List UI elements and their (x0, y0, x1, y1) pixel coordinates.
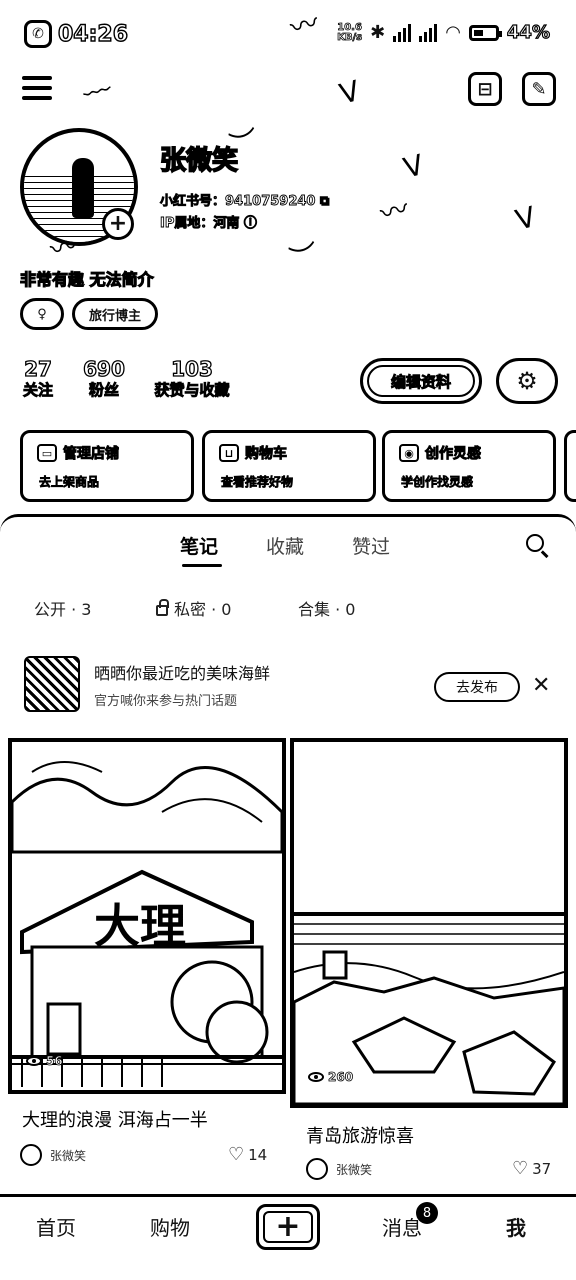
service-card-more[interactable] (564, 430, 576, 502)
info-icon[interactable]: ⓘ (243, 216, 257, 232)
gear-icon: ⚙ (516, 367, 538, 395)
battery-icon (468, 24, 502, 41)
username: 张微笑 (159, 145, 239, 177)
qingdao-photo (294, 742, 564, 1104)
promo-title[interactable]: 晒晒你最近吃的美味海鲜 (94, 660, 270, 684)
note-author[interactable]: 张微笑 (306, 1158, 372, 1180)
cart-icon: ⊔ (219, 444, 239, 462)
bird-decoration: ︶ (286, 237, 323, 278)
stat-following[interactable]: 27 关注 (18, 357, 58, 400)
copy-icon[interactable]: ⧉ (320, 194, 330, 210)
bio[interactable]: 非常有趣 无法简介 (19, 266, 154, 290)
stat-followers[interactable]: 690 粉丝 (80, 357, 128, 400)
bird-decoration: ᐯ (400, 148, 428, 185)
nav-me[interactable]: 我 (506, 1212, 526, 1241)
service-card-shop[interactable]: ▭ 管理店铺 去上架商品 (20, 430, 194, 502)
svg-text:大理: 大理 (94, 899, 186, 953)
bluetooth-icon: ✱ (370, 22, 386, 43)
eye-icon (26, 1056, 42, 1066)
menu-icon[interactable] (22, 76, 52, 104)
note-cover-qingdao[interactable] (290, 738, 568, 1108)
view-count: 56 (26, 1054, 63, 1068)
avatar (20, 1144, 42, 1166)
tab-notes[interactable]: 笔记 (180, 532, 218, 559)
status-time: 04:26 (57, 21, 129, 47)
note-author[interactable]: 张微笑 (20, 1144, 86, 1166)
wifi-icon: ◠ (445, 22, 461, 43)
note-title[interactable]: 大理的浪漫 洱海占一半 (22, 1106, 208, 1132)
nav-home[interactable]: 首页 (36, 1212, 76, 1241)
active-tab-indicator (182, 564, 222, 567)
tab-liked[interactable]: 赞过 (352, 532, 390, 559)
filter-private[interactable]: 私密 · 0 (156, 596, 231, 620)
add-avatar-button[interactable]: + (102, 208, 134, 240)
plus-icon: + (275, 1209, 301, 1244)
tab-collections[interactable]: 收藏 (266, 532, 304, 559)
nav-shop[interactable]: 购物 (150, 1212, 190, 1241)
ip-location: IP属地：河南 ⓘ (160, 216, 258, 232)
bulb-icon: ◉ (399, 444, 419, 462)
network-rate: 10.6 KB/s (337, 21, 363, 43)
edit-profile-button[interactable]: 编辑资料 (360, 358, 482, 404)
bird-decoration: ᐯ (512, 200, 540, 237)
like-count[interactable]: ♡ 14 (228, 1144, 267, 1165)
shop-icon: ▭ (37, 444, 57, 462)
settings-button[interactable]: ⚙ (496, 358, 558, 404)
promo-publish-button[interactable]: 去发布 (434, 672, 520, 702)
message-badge: 8 (416, 1202, 438, 1224)
eye-icon (308, 1072, 324, 1082)
close-icon[interactable]: ✕ (532, 674, 550, 698)
service-card-cart[interactable]: ⊔ 购物车 查看推荐好物 (202, 430, 376, 502)
search-icon[interactable] (526, 534, 550, 558)
identity-tag[interactable]: 旅行博主 (72, 298, 158, 330)
scan-icon[interactable]: ⊟ (468, 72, 502, 106)
heart-icon: ♡ (228, 1144, 245, 1165)
add-post-button[interactable]: + (256, 1204, 320, 1250)
avatar (306, 1158, 328, 1180)
view-count: 260 (308, 1070, 353, 1084)
note-title[interactable]: 青岛旅游惊喜 (306, 1122, 414, 1148)
note-cover-dali[interactable]: 大理 (8, 738, 286, 1094)
lock-icon (156, 599, 169, 616)
profile-header: 〰 ᐯ ︶ ᐯ 〰 ᐯ ﹏ ︶ 〰 ✆ 04:26 10.6 KB/s ✱ ◠ … (0, 0, 576, 520)
battery-percent: 44% (506, 21, 550, 43)
phone-icon: ✆ (24, 20, 52, 48)
bird-decoration: ᐯ (336, 74, 364, 111)
like-count[interactable]: ♡ 37 (512, 1158, 551, 1179)
signal-icon (419, 23, 438, 42)
filter-public[interactable]: 公开 · 3 (34, 596, 91, 620)
status-bar: ✆ 04:26 10.6 KB/s ✱ ◠ 44% (0, 14, 576, 54)
heart-icon: ♡ (512, 1158, 529, 1179)
share-icon[interactable]: ✎ (522, 72, 556, 106)
promo-subtitle: 官方喊你来参与热门话题 (94, 694, 238, 709)
gender-tag: ♀ (20, 298, 64, 330)
filter-collection[interactable]: 合集 · 0 (298, 596, 355, 620)
service-card-inspiration[interactable]: ◉ 创作灵感 学创作找灵感 (382, 430, 556, 502)
stat-likes-collects[interactable]: 103 获赞与收藏 (148, 357, 236, 400)
bird-decoration: 〰 (376, 191, 413, 232)
signal-icon (393, 23, 412, 42)
red-id: 小红书号：9410759240 ⧉ (160, 194, 330, 210)
bird-decoration: ﹏ (76, 61, 113, 102)
promo-thumbnail (24, 656, 80, 712)
dali-photo: 大理 (12, 742, 282, 1090)
